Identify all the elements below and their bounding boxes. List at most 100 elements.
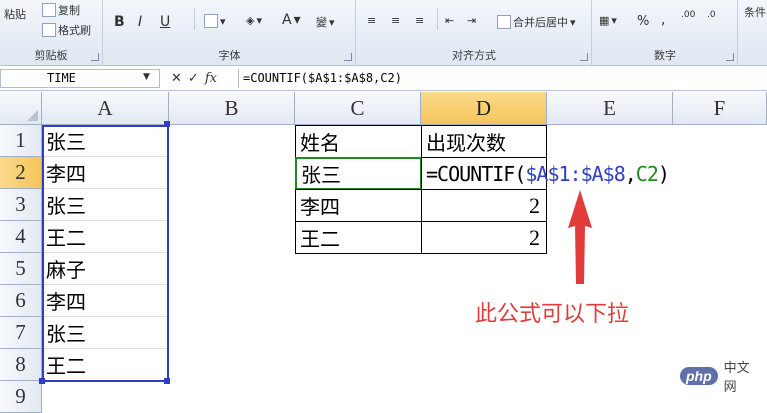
watermark: php 中文网 <box>680 360 762 394</box>
increase-decimal-button[interactable]: .00 <box>681 10 695 20</box>
watermark-site: 中文网 <box>723 360 750 394</box>
cell-c2[interactable]: 张三 <box>295 157 422 190</box>
paint-bucket-icon: ◈ <box>246 14 255 27</box>
alignment-dialog-launcher[interactable] <box>580 53 588 61</box>
edit-suffix: ) <box>657 161 670 186</box>
php-logo: php <box>680 367 718 385</box>
col-header-e[interactable]: E <box>547 92 673 125</box>
cell-d2-editing[interactable]: =COUNTIF($A$1:$A$8, C2) <box>421 157 670 190</box>
align-left-icon: ≡ <box>367 14 377 27</box>
worksheet-grid: A B C D E F 1 2 3 4 5 6 7 8 9 张三 李四 张三 王… <box>0 92 767 413</box>
formula-buttons: ✕ ✓ fx <box>165 69 233 88</box>
phonetic-button[interactable]: 變 ▾ <box>316 14 335 30</box>
align-right-icon: ≡ <box>415 14 425 27</box>
range-handle[interactable] <box>164 378 170 384</box>
alignment-label: 对齐方式 <box>452 49 496 62</box>
format-painter-label: 格式刷 <box>58 24 91 37</box>
formula-bar: TIME ▼ ✕ ✓ fx =COUNTIF($A$1:$A$8,C2) <box>0 67 767 91</box>
name-box[interactable]: TIME <box>0 69 160 88</box>
range-handle[interactable] <box>39 378 45 384</box>
edit-cell-ref: C2 <box>635 161 659 186</box>
cell-c4[interactable]: 王二 <box>295 221 422 254</box>
col-header-a[interactable]: A <box>42 92 169 125</box>
row-header-4[interactable]: 4 <box>0 221 42 253</box>
cell-d3[interactable]: 2 <box>421 189 547 222</box>
font-dialog-launcher[interactable] <box>344 53 352 61</box>
cell-d4[interactable]: 2 <box>421 221 547 254</box>
number-dialog-launcher[interactable] <box>726 53 734 61</box>
row-header-5[interactable]: 5 <box>0 253 42 285</box>
clipboard-group: 粘贴 复制 格式刷 剪贴板 <box>0 0 103 66</box>
merge-icon <box>497 15 511 29</box>
decrease-decimal-icon: .0 <box>707 10 716 20</box>
row-header-9[interactable]: 9 <box>0 381 42 413</box>
paste-button[interactable]: 粘贴 <box>4 6 26 22</box>
row-header-2[interactable]: 2 <box>0 157 42 189</box>
decrease-decimal-button[interactable]: .0 <box>707 10 716 20</box>
row-header-8[interactable]: 8 <box>0 349 42 381</box>
format-painter-button[interactable]: 格式刷 <box>42 22 91 38</box>
col-header-f[interactable]: F <box>673 92 767 125</box>
copy-label: 复制 <box>58 4 80 17</box>
percent-button[interactable]: % <box>637 14 649 29</box>
range-handle[interactable] <box>164 121 170 127</box>
align-separator <box>437 8 438 30</box>
cell-c3[interactable]: 李四 <box>295 189 422 222</box>
align-right-button[interactable]: ≡ <box>415 14 424 27</box>
currency-button[interactable]: ▦ ▾ <box>599 14 617 27</box>
edit-prefix: =COUNTIF( <box>426 161 526 186</box>
number-label: 数字 <box>654 49 676 62</box>
italic-button[interactable]: I <box>138 14 142 30</box>
fx-icon[interactable]: fx <box>205 71 217 86</box>
increase-indent-button[interactable]: ⇥ <box>467 14 476 27</box>
comma-button[interactable]: , <box>661 12 665 28</box>
edit-comma: , <box>624 161 637 186</box>
font-label: 字体 <box>218 49 241 62</box>
border-icon <box>204 14 218 28</box>
currency-icon: ▦ <box>599 14 610 27</box>
conditional-format-button[interactable]: 条件 <box>744 4 766 20</box>
font-color-button[interactable]: A ▾ <box>282 12 301 28</box>
clipboard-dialog-launcher[interactable] <box>91 53 99 61</box>
decrease-indent-button[interactable]: ⇤ <box>445 14 454 27</box>
select-all-corner[interactable] <box>0 92 42 125</box>
align-left-button[interactable]: ≡ <box>367 14 376 27</box>
copy-button[interactable]: 复制 <box>42 2 80 18</box>
red-arrow-icon <box>568 190 592 284</box>
row-header-6[interactable]: 6 <box>0 285 42 317</box>
cell-c1[interactable]: 姓名 <box>295 125 422 158</box>
chevron-down-icon[interactable]: ▼ <box>143 72 150 82</box>
row-header-7[interactable]: 7 <box>0 317 42 349</box>
range-highlight-a1-a8 <box>42 125 169 382</box>
edit-range-ref: $A$1:$A$8 <box>525 161 625 186</box>
number-group: ▦ ▾ % , .00 .0 数字 <box>593 0 738 66</box>
merge-center-label: 合并后居中 <box>513 16 568 29</box>
alignment-group: ≡ ≡ ≡ ⇤ ⇥ 合并后居中 ▾ 对齐方式 <box>357 0 592 66</box>
row-header-3[interactable]: 3 <box>0 189 42 221</box>
font-color-icon: A <box>282 12 292 28</box>
check-icon[interactable]: ✓ <box>188 71 199 86</box>
col-header-c[interactable]: C <box>295 92 421 125</box>
formula-input[interactable]: =COUNTIF($A$1:$A$8,C2) <box>238 69 767 88</box>
col-header-d[interactable]: D <box>421 92 547 125</box>
fill-color-button[interactable]: ◈ ▾ <box>246 14 262 27</box>
font-separator <box>194 8 195 30</box>
annotation-text: 此公式可以下拉 <box>475 302 630 327</box>
cancel-icon[interactable]: ✕ <box>171 71 182 86</box>
borders-button[interactable]: ▾ <box>204 14 226 28</box>
select-all-icon <box>27 110 38 121</box>
indent-icon: ⇤ <box>445 14 455 27</box>
font-group: B I U ▾ ◈ ▾ A ▾ 變 ▾ 字体 <box>104 0 356 66</box>
outdent-icon: ⇥ <box>467 14 477 27</box>
clipboard-label: 剪贴板 <box>34 49 68 62</box>
align-center-button[interactable]: ≡ <box>391 14 400 27</box>
col-header-b[interactable]: B <box>169 92 295 125</box>
row-header-1[interactable]: 1 <box>0 125 42 157</box>
underline-button[interactable]: U <box>160 14 170 30</box>
phonetic-icon: 變 <box>316 16 327 29</box>
ribbon: 粘贴 复制 格式刷 剪贴板 B I U ▾ ◈ ▾ A ▾ 變 ▾ 字体 ≡ ≡ ≡ … <box>0 0 767 66</box>
bold-button[interactable]: B <box>114 14 125 30</box>
brush-icon <box>42 23 56 37</box>
merge-center-button[interactable]: 合并后居中 ▾ <box>497 14 576 30</box>
cell-d1[interactable]: 出现次数 <box>421 125 547 158</box>
